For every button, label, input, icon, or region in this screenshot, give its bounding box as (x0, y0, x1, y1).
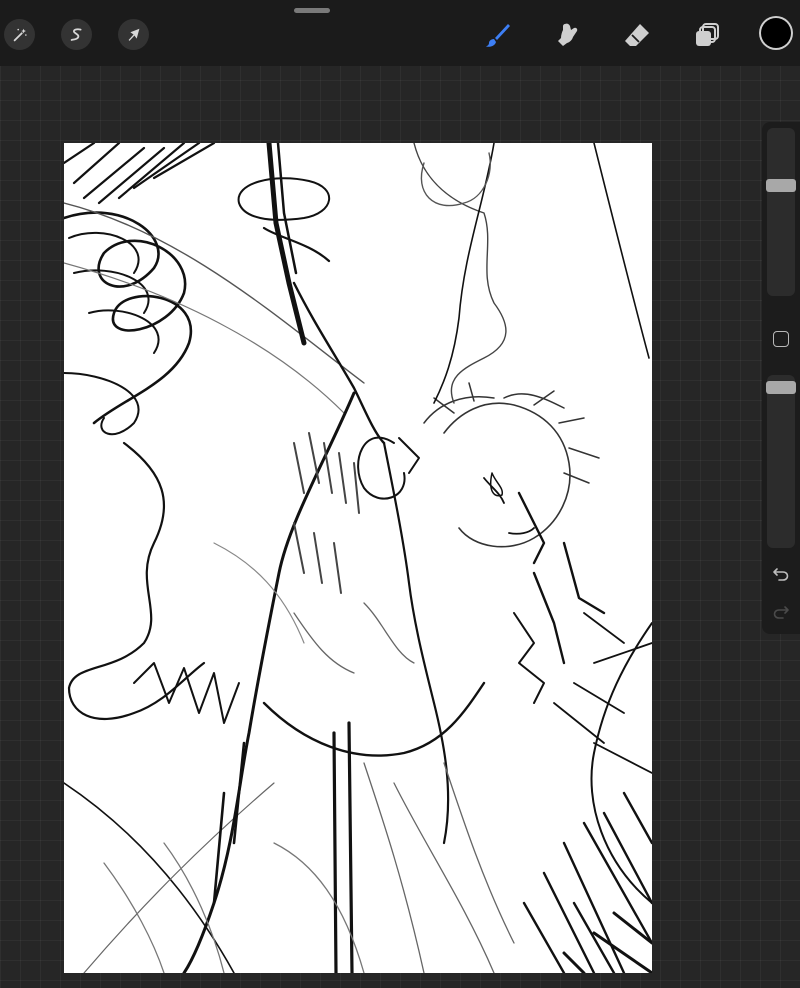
smudge-finger-icon (558, 23, 578, 46)
adjustments-button[interactable] (4, 19, 35, 50)
layers-button[interactable] (690, 18, 724, 52)
top-toolbar (0, 0, 800, 66)
arrow-cursor-icon (128, 28, 139, 41)
sketch-artwork (64, 143, 652, 973)
brush-icon (486, 24, 510, 47)
toolbar-grabber[interactable] (294, 8, 330, 13)
selection-button[interactable] (61, 19, 92, 50)
magic-wand-icon (13, 28, 27, 41)
opacity-thumb[interactable] (766, 381, 796, 394)
redo-button[interactable] (771, 602, 791, 622)
undo-arrow-icon (773, 568, 789, 581)
eraser-button[interactable] (620, 18, 654, 52)
drawing-canvas[interactable] (64, 143, 652, 973)
layers-icon (696, 23, 719, 46)
brush-size-slider[interactable] (766, 128, 796, 296)
side-panel (762, 122, 800, 634)
brush-size-thumb[interactable] (766, 178, 796, 192)
transform-button[interactable] (118, 19, 149, 50)
procreate-workspace (0, 0, 800, 988)
modify-button[interactable] (773, 331, 789, 347)
selection-s-icon (70, 27, 81, 41)
eraser-icon (625, 24, 649, 46)
color-picker-button[interactable] (761, 18, 791, 48)
opacity-slider[interactable] (766, 375, 796, 548)
undo-button[interactable] (771, 564, 791, 584)
redo-arrow-icon (773, 606, 789, 619)
smudge-button[interactable] (550, 18, 584, 52)
brush-button[interactable] (481, 18, 515, 52)
